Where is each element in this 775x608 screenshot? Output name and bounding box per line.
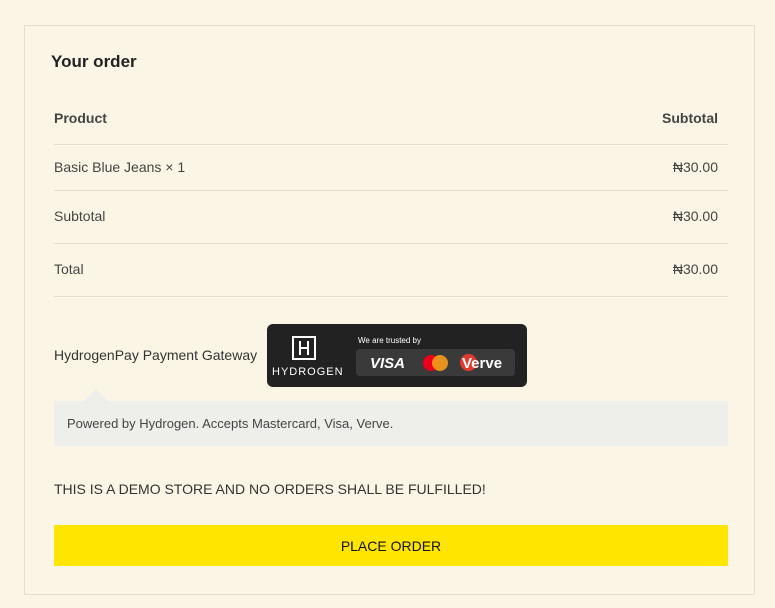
subtotal-label: Subtotal xyxy=(54,208,106,224)
mastercard-icon-overlap xyxy=(432,355,448,371)
total-row: Total ₦30.00 xyxy=(54,244,728,297)
card-logos: VISA Verve xyxy=(356,349,515,376)
product-name: Basic Blue Jeans × 1 xyxy=(54,159,186,175)
hydrogen-brand-text: HYDROGEN xyxy=(272,366,344,378)
total-value: ₦30.00 xyxy=(672,261,718,277)
trusted-by-text: We are trusted by xyxy=(358,336,421,345)
subtotal-column-header: Subtotal xyxy=(662,110,718,126)
order-title: Your order xyxy=(51,52,137,71)
subtotal-value: ₦30.00 xyxy=(672,208,718,224)
hydrogen-payment-badge: HYDROGEN We are trusted by VISA Verve xyxy=(267,324,527,387)
payment-description-box: Powered by Hydrogen. Accepts Mastercard,… xyxy=(54,401,728,446)
description-pointer xyxy=(84,389,108,401)
table-row: Basic Blue Jeans × 1 ₦30.00 xyxy=(54,145,728,191)
hydrogen-logo-icon xyxy=(292,336,316,360)
verve-text: Verve xyxy=(462,355,503,372)
product-price: ₦30.00 xyxy=(672,159,718,175)
payment-description: Powered by Hydrogen. Accepts Mastercard,… xyxy=(67,416,394,431)
product-column-header: Product xyxy=(54,110,107,126)
demo-store-notice: THIS IS A DEMO STORE AND NO ORDERS SHALL… xyxy=(54,481,486,497)
order-table-header: Product Subtotal xyxy=(54,100,728,145)
visa-icon: VISA xyxy=(370,355,406,372)
subtotal-row: Subtotal ₦30.00 xyxy=(54,191,728,244)
total-label: Total xyxy=(54,261,84,277)
payment-method-label[interactable]: HydrogenPay Payment Gateway xyxy=(54,347,257,363)
place-order-button[interactable]: PLACE ORDER xyxy=(54,525,728,566)
